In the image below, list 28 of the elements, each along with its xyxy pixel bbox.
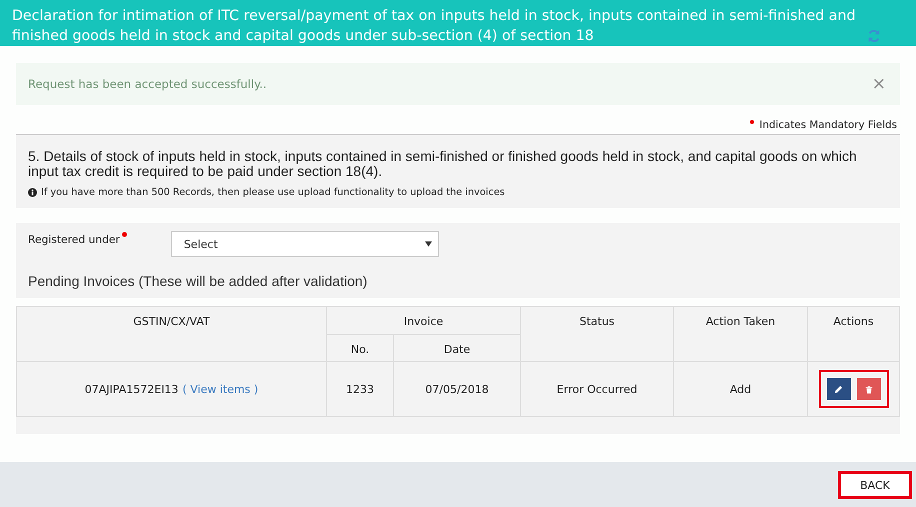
column-header: GSTIN/CX/VAT [16,306,326,362]
table-cell: Add [674,362,808,416]
table-cell: 1233 [326,362,394,416]
table-cell: 07AJIPA1572EI13 [84,382,178,396]
trash-icon [864,384,872,394]
view-items-link[interactable]: ( View items ) [182,382,258,396]
table-cell: 07/05/2018 [394,362,520,416]
column-header: Action Taken [674,306,808,362]
column-header: Status [520,306,674,362]
caret-icon [424,241,432,247]
registered-under-dropdown[interactable]: Select [170,231,439,257]
required-dot-icon [750,120,754,124]
section-heading: 5. Details of stock of inputs held in stock, inputs contained in semi-finished or finished goods held in stock, and capital goods on which input tax credit is required to be paid under section 18(4). [28,149,858,179]
column-header: Invoice [326,306,520,334]
field-label: Registered under [28,233,120,246]
delete-button[interactable] [856,378,880,400]
back-button[interactable]: BACK [838,471,912,499]
info-note: If you have more than 500 Records, then please use upload functionality to upload the invoices [41,187,505,198]
edit-button[interactable] [826,378,850,400]
page-title: Declaration for intimation of ITC reversal/payment of tax on inputs held in stock, inputs contained in semi-finished and finished goods held in stock and capital goods under sub-section (4) of section 18 [12,7,856,46]
info-icon [28,188,37,197]
table-cell: Error Occurred [520,362,674,416]
alert-message: Request has been accepted successfully.. [28,77,267,91]
pencil-icon [834,384,843,394]
mandatory-note: Indicates Mandatory Fields [759,119,897,131]
pending-invoices-title: Pending Invoices (These will be added after validation) [28,273,368,289]
column-header: No. [326,334,394,362]
column-header: Actions [808,306,900,362]
